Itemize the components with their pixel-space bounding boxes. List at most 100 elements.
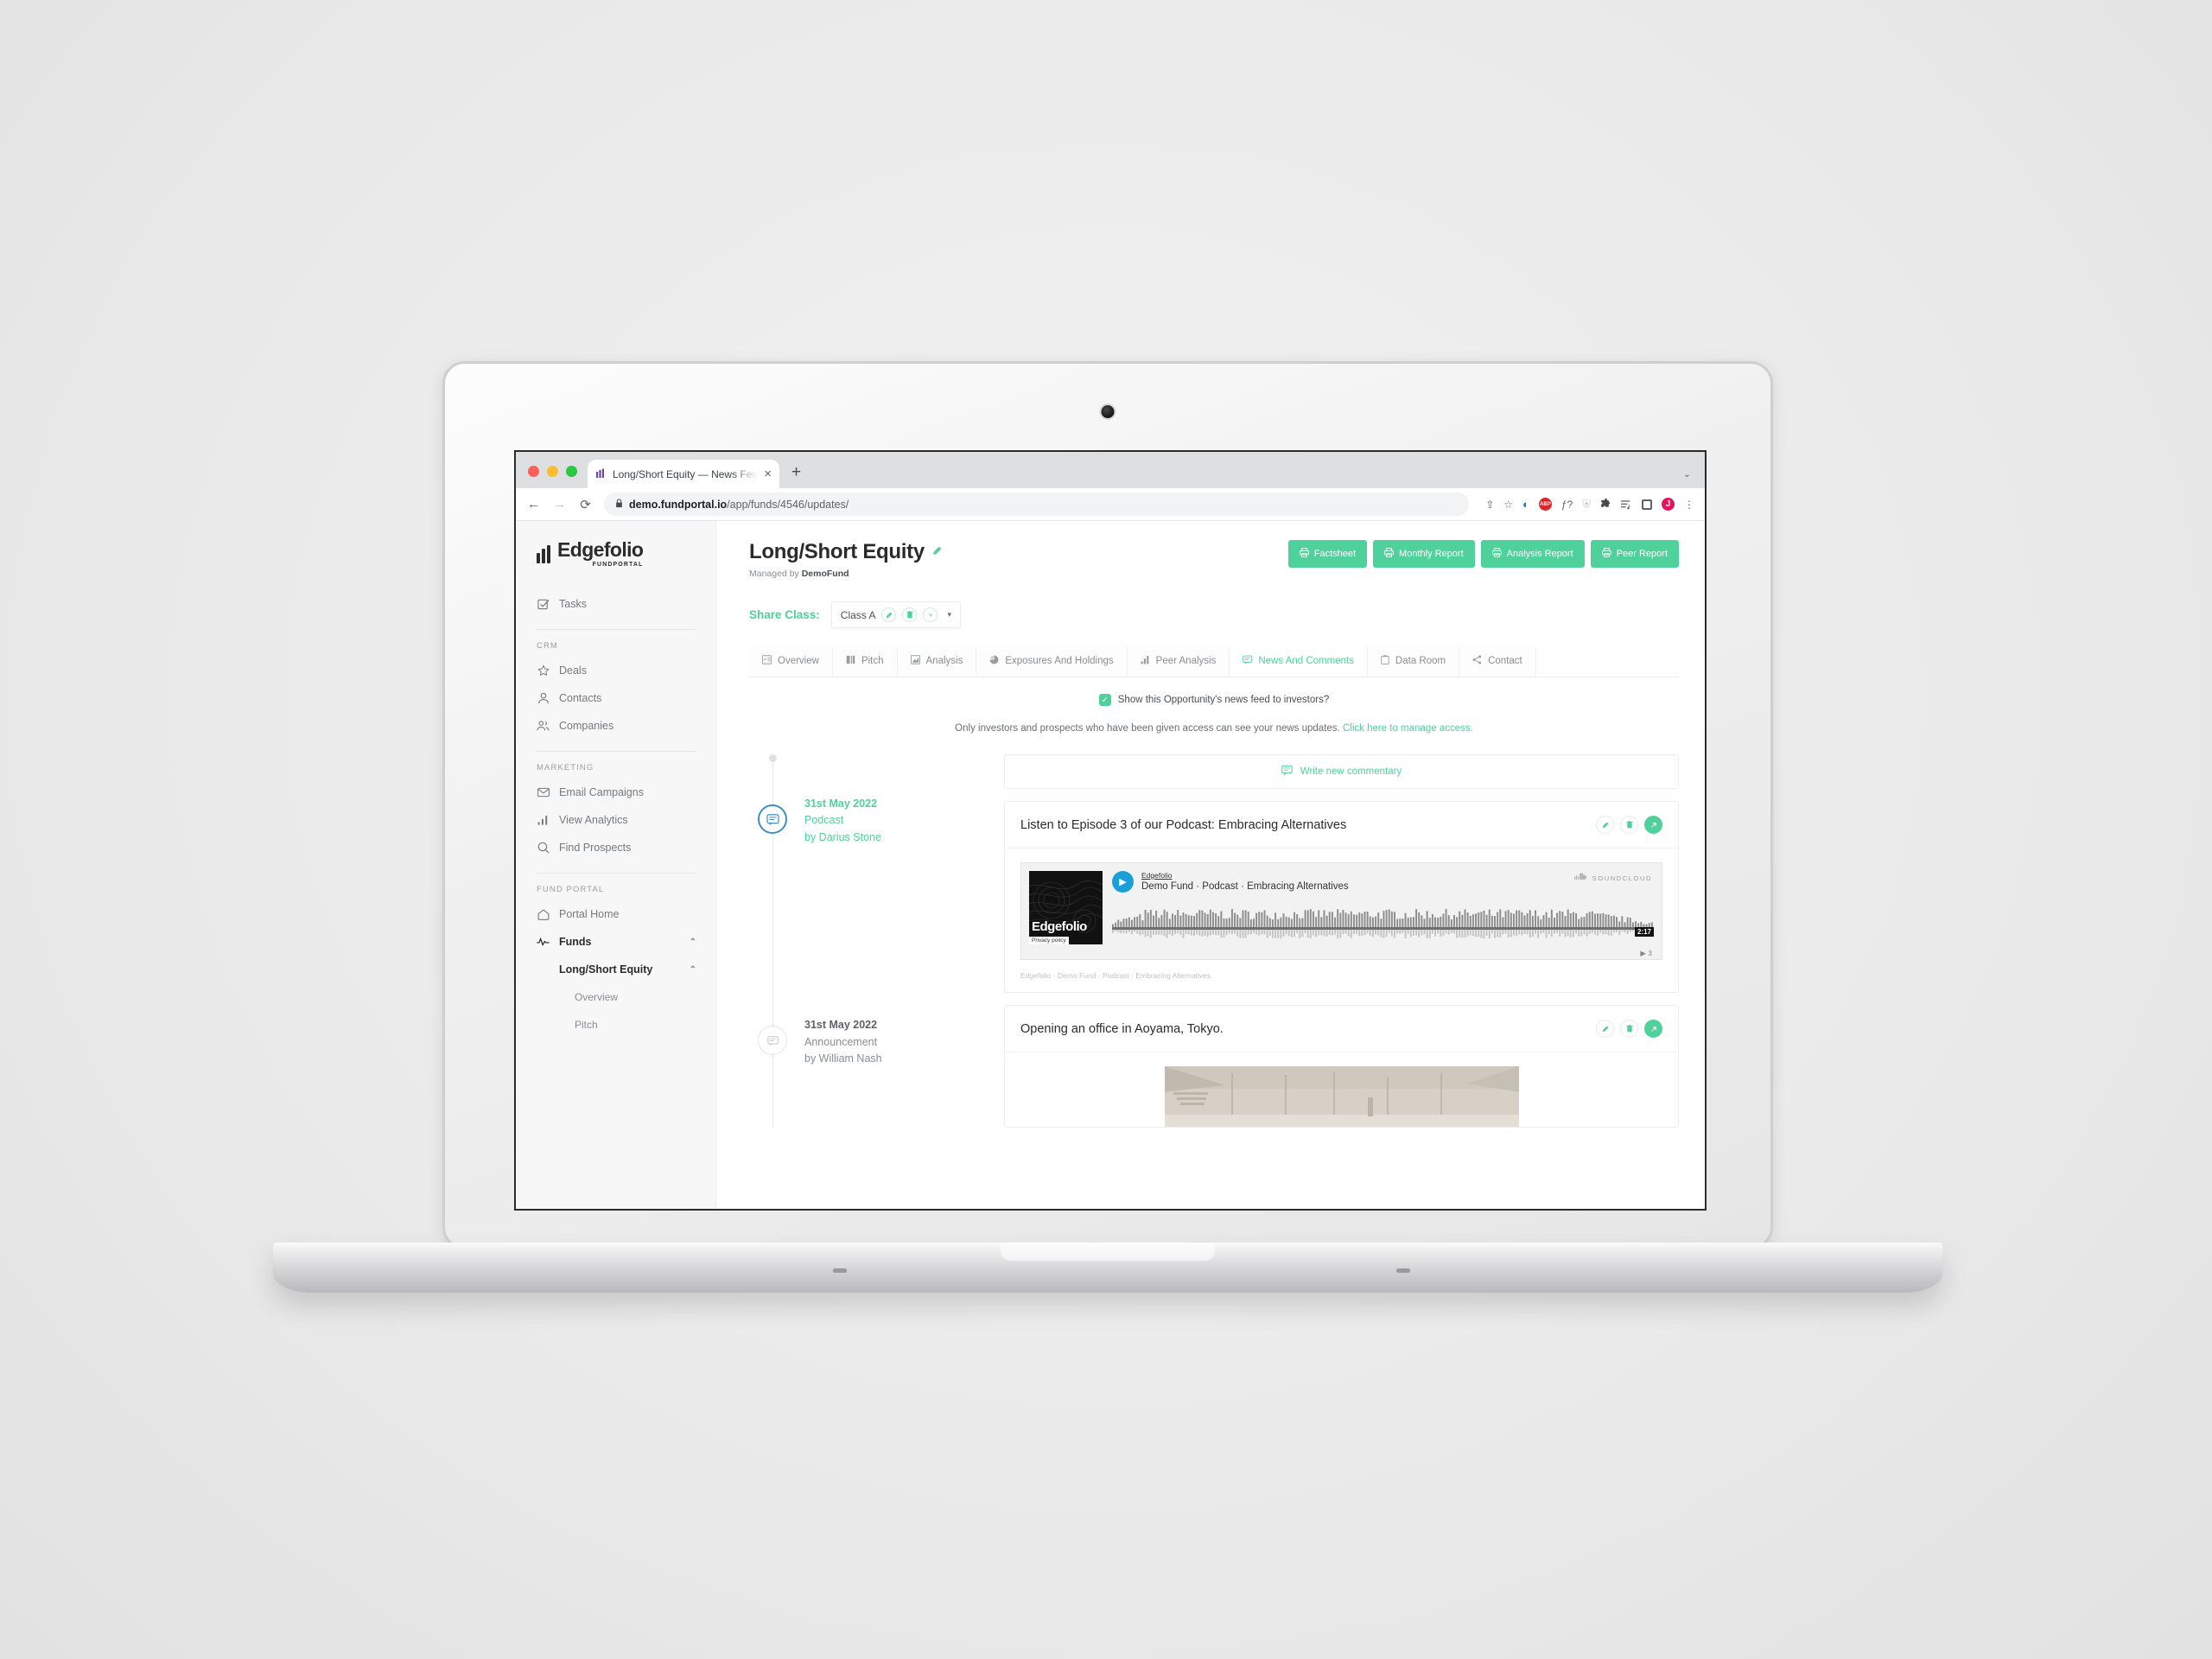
- tab-data-room[interactable]: Data Room: [1367, 645, 1460, 677]
- privacy-policy-link[interactable]: Privacy policy: [1029, 937, 1069, 944]
- peer-report-button[interactable]: Peer Report: [1590, 540, 1679, 568]
- news-feed: ✓ Show this Opportunity's news feed to i…: [716, 677, 1705, 1209]
- monthly-report-button[interactable]: Monthly Report: [1373, 540, 1475, 568]
- close-tab-icon[interactable]: ×: [764, 467, 772, 480]
- minimize-window-button[interactable]: [547, 466, 558, 477]
- managed-prefix: Managed by: [749, 569, 802, 579]
- side-panel-icon[interactable]: [1642, 499, 1652, 510]
- new-tab-button[interactable]: +: [791, 464, 801, 488]
- area-chart-icon: [910, 655, 920, 667]
- delete-post-trash-icon[interactable]: [1620, 1020, 1638, 1038]
- laptop-mockup: Long/Short Equity — News Fee × + ⌄ ← → ⟳…: [273, 361, 1942, 1293]
- reload-button[interactable]: ⟳: [578, 497, 593, 512]
- reading-list-icon[interactable]: [1621, 499, 1632, 510]
- webcam: [1101, 405, 1115, 418]
- share-class-chevron-down-icon[interactable]: ▾: [947, 610, 951, 620]
- timeline-date: 31st May 2022: [804, 1019, 878, 1032]
- shield-icon[interactable]: ⛨: [1582, 498, 1591, 512]
- sidebar-item-find-prospects[interactable]: Find Prospects: [516, 834, 715, 861]
- soundcloud-user[interactable]: Edgefolio: [1141, 871, 1349, 880]
- visibility-label: Show this Opportunity's news feed to inv…: [1117, 695, 1330, 705]
- write-new-commentary-button[interactable]: Write new commentary: [1004, 754, 1679, 789]
- sidebar-item-label: Deals: [559, 664, 587, 677]
- sidebar-item-fund-overview[interactable]: Overview: [516, 983, 715, 1011]
- sidebar-heading-fund-portal: FUND PORTAL: [537, 885, 605, 894]
- sidebar-item-tasks[interactable]: Tasks: [516, 590, 715, 618]
- timeline-type: Podcast: [804, 814, 844, 827]
- address-bar[interactable]: demo.fundportal.io/app/funds/4546/update…: [604, 493, 1470, 516]
- edgefolio-logo[interactable]: Edgefolio FUNDPORTAL: [516, 540, 715, 568]
- button-label: Peer Report: [1616, 549, 1668, 559]
- sidebar-divider: [537, 873, 696, 874]
- sidebar-item-portal-home[interactable]: Portal Home: [516, 900, 715, 928]
- tab-contact[interactable]: Contact: [1459, 645, 1536, 677]
- share-class-control[interactable]: Class A + ▾: [830, 601, 962, 628]
- avatar[interactable]: J: [1662, 498, 1675, 511]
- url-path: /app/funds/4546/updates/: [727, 498, 849, 511]
- search-icon: [537, 842, 550, 854]
- tab-overview[interactable]: Overview: [749, 645, 833, 677]
- edit-post-pencil-icon[interactable]: [1596, 1020, 1614, 1038]
- edit-title-pencil-icon[interactable]: [932, 546, 942, 558]
- laptop-screen: Long/Short Equity — News Fee × + ⌄ ← → ⟳…: [514, 450, 1707, 1211]
- forward-button[interactable]: →: [552, 497, 567, 512]
- share-post-icon[interactable]: [1644, 816, 1662, 834]
- tab-peer-analysis[interactable]: Peer Analysis: [1127, 645, 1230, 677]
- page-header: Long/Short Equity Managed by DemoFund Fa…: [716, 521, 1705, 628]
- timeline-type: Announcement: [804, 1035, 878, 1048]
- add-share-class-plus-icon[interactable]: +: [923, 607, 938, 622]
- edit-post-pencil-icon[interactable]: [1596, 816, 1614, 834]
- home-icon: [537, 909, 550, 920]
- browser-tab[interactable]: Long/Short Equity — News Fee ×: [588, 460, 779, 488]
- font-extension-icon[interactable]: ƒ?: [1561, 499, 1573, 511]
- tab-analysis[interactable]: Analysis: [897, 645, 977, 677]
- tab-label: Data Room: [1395, 656, 1446, 666]
- visibility-checkbox[interactable]: ✓: [1098, 694, 1111, 706]
- back-button[interactable]: ←: [526, 497, 541, 512]
- button-label: Monthly Report: [1399, 549, 1464, 559]
- factsheet-button[interactable]: Factsheet: [1287, 540, 1368, 568]
- sidebar-item-label: Long/Short Equity: [559, 963, 653, 976]
- close-window-button[interactable]: [528, 466, 539, 477]
- puzzle-extensions-icon[interactable]: [1600, 499, 1611, 510]
- tab-exposures-and-holdings[interactable]: Exposures And Holdings: [976, 645, 1128, 677]
- bookmark-star-icon[interactable]: ☆: [1503, 499, 1513, 511]
- chevron-up-icon[interactable]: ⌃: [690, 938, 696, 947]
- analysis-report-button[interactable]: Analysis Report: [1480, 540, 1585, 568]
- sidebar-item-fund-pitch[interactable]: Pitch: [516, 1011, 715, 1039]
- delete-post-trash-icon[interactable]: [1620, 816, 1638, 834]
- soundcloud-waveform[interactable]: 2:17: [1112, 905, 1654, 951]
- sidebar-item-deals[interactable]: Deals: [516, 657, 715, 684]
- soundcloud-embed[interactable]: Edgefolio Privacy policy ▶ Edgefolio Dem…: [1020, 862, 1662, 960]
- timeline-meta: 31st May 2022 Podcast by Darius Stone: [804, 791, 881, 846]
- manage-access-link[interactable]: Click here to manage access.: [1343, 723, 1473, 734]
- sidebar-item-companies[interactable]: Companies: [516, 712, 715, 740]
- tab-news-and-comments[interactable]: News And Comments: [1230, 645, 1368, 677]
- write-label: Write new commentary: [1300, 766, 1402, 777]
- envelope-icon: [537, 787, 550, 798]
- tab-list-chevron-down-icon[interactable]: ⌄: [1683, 468, 1691, 480]
- timeline-author: by Darius Stone: [804, 830, 881, 843]
- soundcloud-duration: 2:17: [1634, 927, 1654, 937]
- sync-extension-icon[interactable]: ◐: [1522, 498, 1529, 511]
- chevron-up-icon[interactable]: ⌃: [690, 965, 696, 975]
- maximize-window-button[interactable]: [566, 466, 577, 477]
- share-icon[interactable]: ⇧: [1485, 499, 1494, 511]
- timeline-entry: 31st May 2022 Podcast by Darius Stone: [749, 791, 1004, 846]
- edit-share-class-pencil-icon[interactable]: [881, 607, 897, 622]
- share-post-icon[interactable]: [1644, 1020, 1662, 1038]
- sidebar-item-funds[interactable]: Funds ⌃: [516, 928, 715, 956]
- tab-label: Contact: [1488, 656, 1522, 666]
- soundcloud-artwork-text: Edgefolio: [1032, 919, 1087, 934]
- sidebar-item-email-campaigns[interactable]: Email Campaigns: [516, 779, 715, 806]
- soundcloud-play-button[interactable]: ▶: [1112, 871, 1134, 893]
- adblock-icon[interactable]: ABP: [1538, 498, 1552, 511]
- soundcloud-brand: SOUNDCLOUD: [1573, 873, 1652, 883]
- browser-menu-icon[interactable]: ⋮: [1684, 499, 1694, 511]
- people-icon: [537, 720, 550, 732]
- sidebar-item-contacts[interactable]: Contacts: [516, 684, 715, 712]
- sidebar-item-view-analytics[interactable]: View Analytics: [516, 806, 715, 834]
- delete-share-class-trash-icon[interactable]: [902, 607, 918, 622]
- sidebar-item-long-short-equity[interactable]: Long/Short Equity ⌃: [516, 956, 715, 983]
- tab-pitch[interactable]: Pitch: [832, 645, 898, 677]
